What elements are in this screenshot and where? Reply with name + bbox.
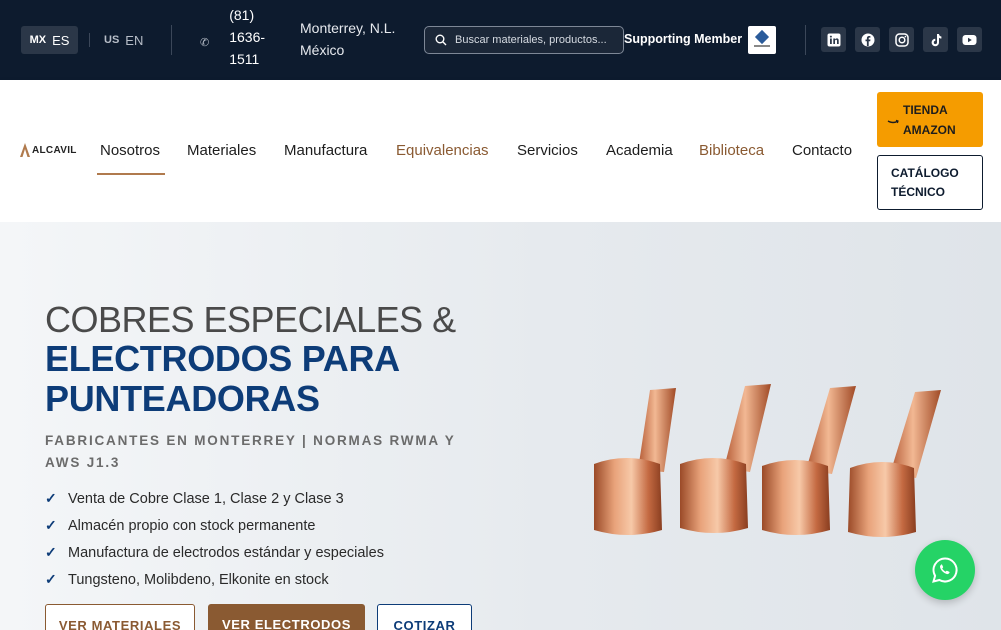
check-icon: ✓ (45, 571, 57, 587)
nav-item-materiales[interactable]: Materiales (187, 142, 256, 159)
list-item: ✓ Tungsteno, Molibdeno, Elkonite en stock (45, 566, 384, 593)
nav-item-biblioteca[interactable]: Biblioteca (699, 142, 764, 159)
tiktok-icon[interactable] (923, 27, 948, 52)
electrode-2 (680, 384, 771, 533)
lang-label-en: EN (125, 32, 144, 48)
nav-item-servicios[interactable]: Servicios (517, 142, 578, 159)
phone-icon: ✆ (200, 37, 210, 49)
view-electrodes-button[interactable]: VER ELECTRODOS (208, 604, 365, 630)
feature-text: Venta de Cobre Clase 1, Clase 2 y Clase … (68, 490, 344, 507)
member-logo (748, 26, 776, 54)
check-icon: ✓ (45, 517, 57, 533)
location-line: Monterrey, N.L. (300, 20, 396, 36)
phone-line: 1511 (229, 51, 260, 67)
nav-item-equivalencias[interactable]: Equivalencias (396, 142, 489, 159)
technical-catalog-button[interactable]: CATÁLOGO TÉCNICO (877, 155, 983, 210)
whatsapp-button[interactable] (915, 540, 975, 600)
amazon-button-line: TIENDA (903, 102, 948, 117)
nav-item-academia[interactable]: Academia (606, 142, 673, 159)
hero-title-line2: ELECTRODOS PARA PUNTEADORAS (45, 338, 399, 419)
catalog-button-line: TÉCNICO (891, 185, 945, 199)
amazon-button-line: AMAZON (903, 122, 956, 137)
logo-mark-icon (20, 143, 30, 157)
search-box[interactable] (424, 26, 624, 54)
search-icon (435, 34, 447, 46)
phone-line: 1636- (229, 29, 266, 45)
divider (805, 25, 806, 55)
hero-title-line1: COBRES ESPECIALES & (45, 299, 456, 340)
nav-item-contacto[interactable]: Contacto (792, 142, 852, 159)
whatsapp-icon (932, 557, 958, 583)
amazon-icon (887, 119, 899, 123)
feature-text: Tungsteno, Molibdeno, Elkonite en stock (68, 571, 329, 588)
electrode-4 (848, 390, 941, 537)
logo-text: ALCAVIL (32, 144, 77, 156)
electrode-3 (762, 386, 856, 535)
nav-item-manufactura[interactable]: Manufactura (284, 142, 367, 159)
location-text: Monterrey, N.L. México (300, 17, 395, 61)
check-icon: ✓ (45, 544, 57, 560)
location-line: México (300, 42, 345, 58)
lang-label-es: ES (52, 32, 70, 48)
country-code-mx: MX (29, 34, 47, 46)
phone-line: (81) (229, 7, 255, 23)
list-item: ✓ Almacén propio con stock permanente (45, 512, 384, 539)
nav-item-nosotros[interactable]: Nosotros (100, 142, 160, 159)
lang-option-en[interactable]: US EN (104, 26, 143, 54)
check-icon: ✓ (45, 490, 57, 506)
divider (171, 25, 172, 55)
quote-button[interactable]: COTIZAR (377, 604, 472, 630)
country-code-us: US (104, 34, 120, 46)
divider (89, 33, 90, 47)
electrode-1 (594, 388, 676, 535)
alcavil-logo[interactable]: ALCAVIL (20, 143, 77, 157)
active-nav-underline (97, 173, 165, 175)
facebook-icon[interactable] (855, 27, 880, 52)
list-item: ✓ Manufactura de electrodos estándar y es… (45, 539, 384, 566)
linkedin-icon[interactable] (821, 27, 846, 52)
instagram-icon[interactable] (889, 27, 914, 52)
feature-text: Almacén propio con stock permanente (68, 517, 316, 534)
feature-list: ✓ Venta de Cobre Clase 1, Clase 2 y Clase… (45, 485, 384, 593)
view-materials-button[interactable]: VER MATERIALES (45, 604, 195, 630)
phone-contact[interactable]: ✆ (81) 1636- 1511 (200, 4, 265, 70)
amazon-store-button[interactable]: TIENDA AMAZON (877, 92, 983, 147)
hero-subtitle: FABRICANTES EN MONTERREY | NORMAS RWMA Y… (45, 433, 456, 470)
lang-option-es[interactable]: MX ES (21, 26, 78, 54)
feature-text: Manufactura de electrodos estándar y esp… (68, 544, 384, 561)
top-bar: MX ES US EN ✆ (81) 1636- 1511 Monterrey,… (0, 0, 1001, 80)
search-input[interactable] (455, 34, 615, 46)
youtube-icon[interactable] (957, 27, 982, 52)
supporting-member-label: Supporting Member (624, 32, 743, 46)
list-item: ✓ Venta de Cobre Clase 1, Clase 2 y Clase… (45, 485, 384, 512)
copper-electrodes-image (594, 384, 941, 537)
catalog-button-line: CATÁLOGO (891, 166, 959, 180)
